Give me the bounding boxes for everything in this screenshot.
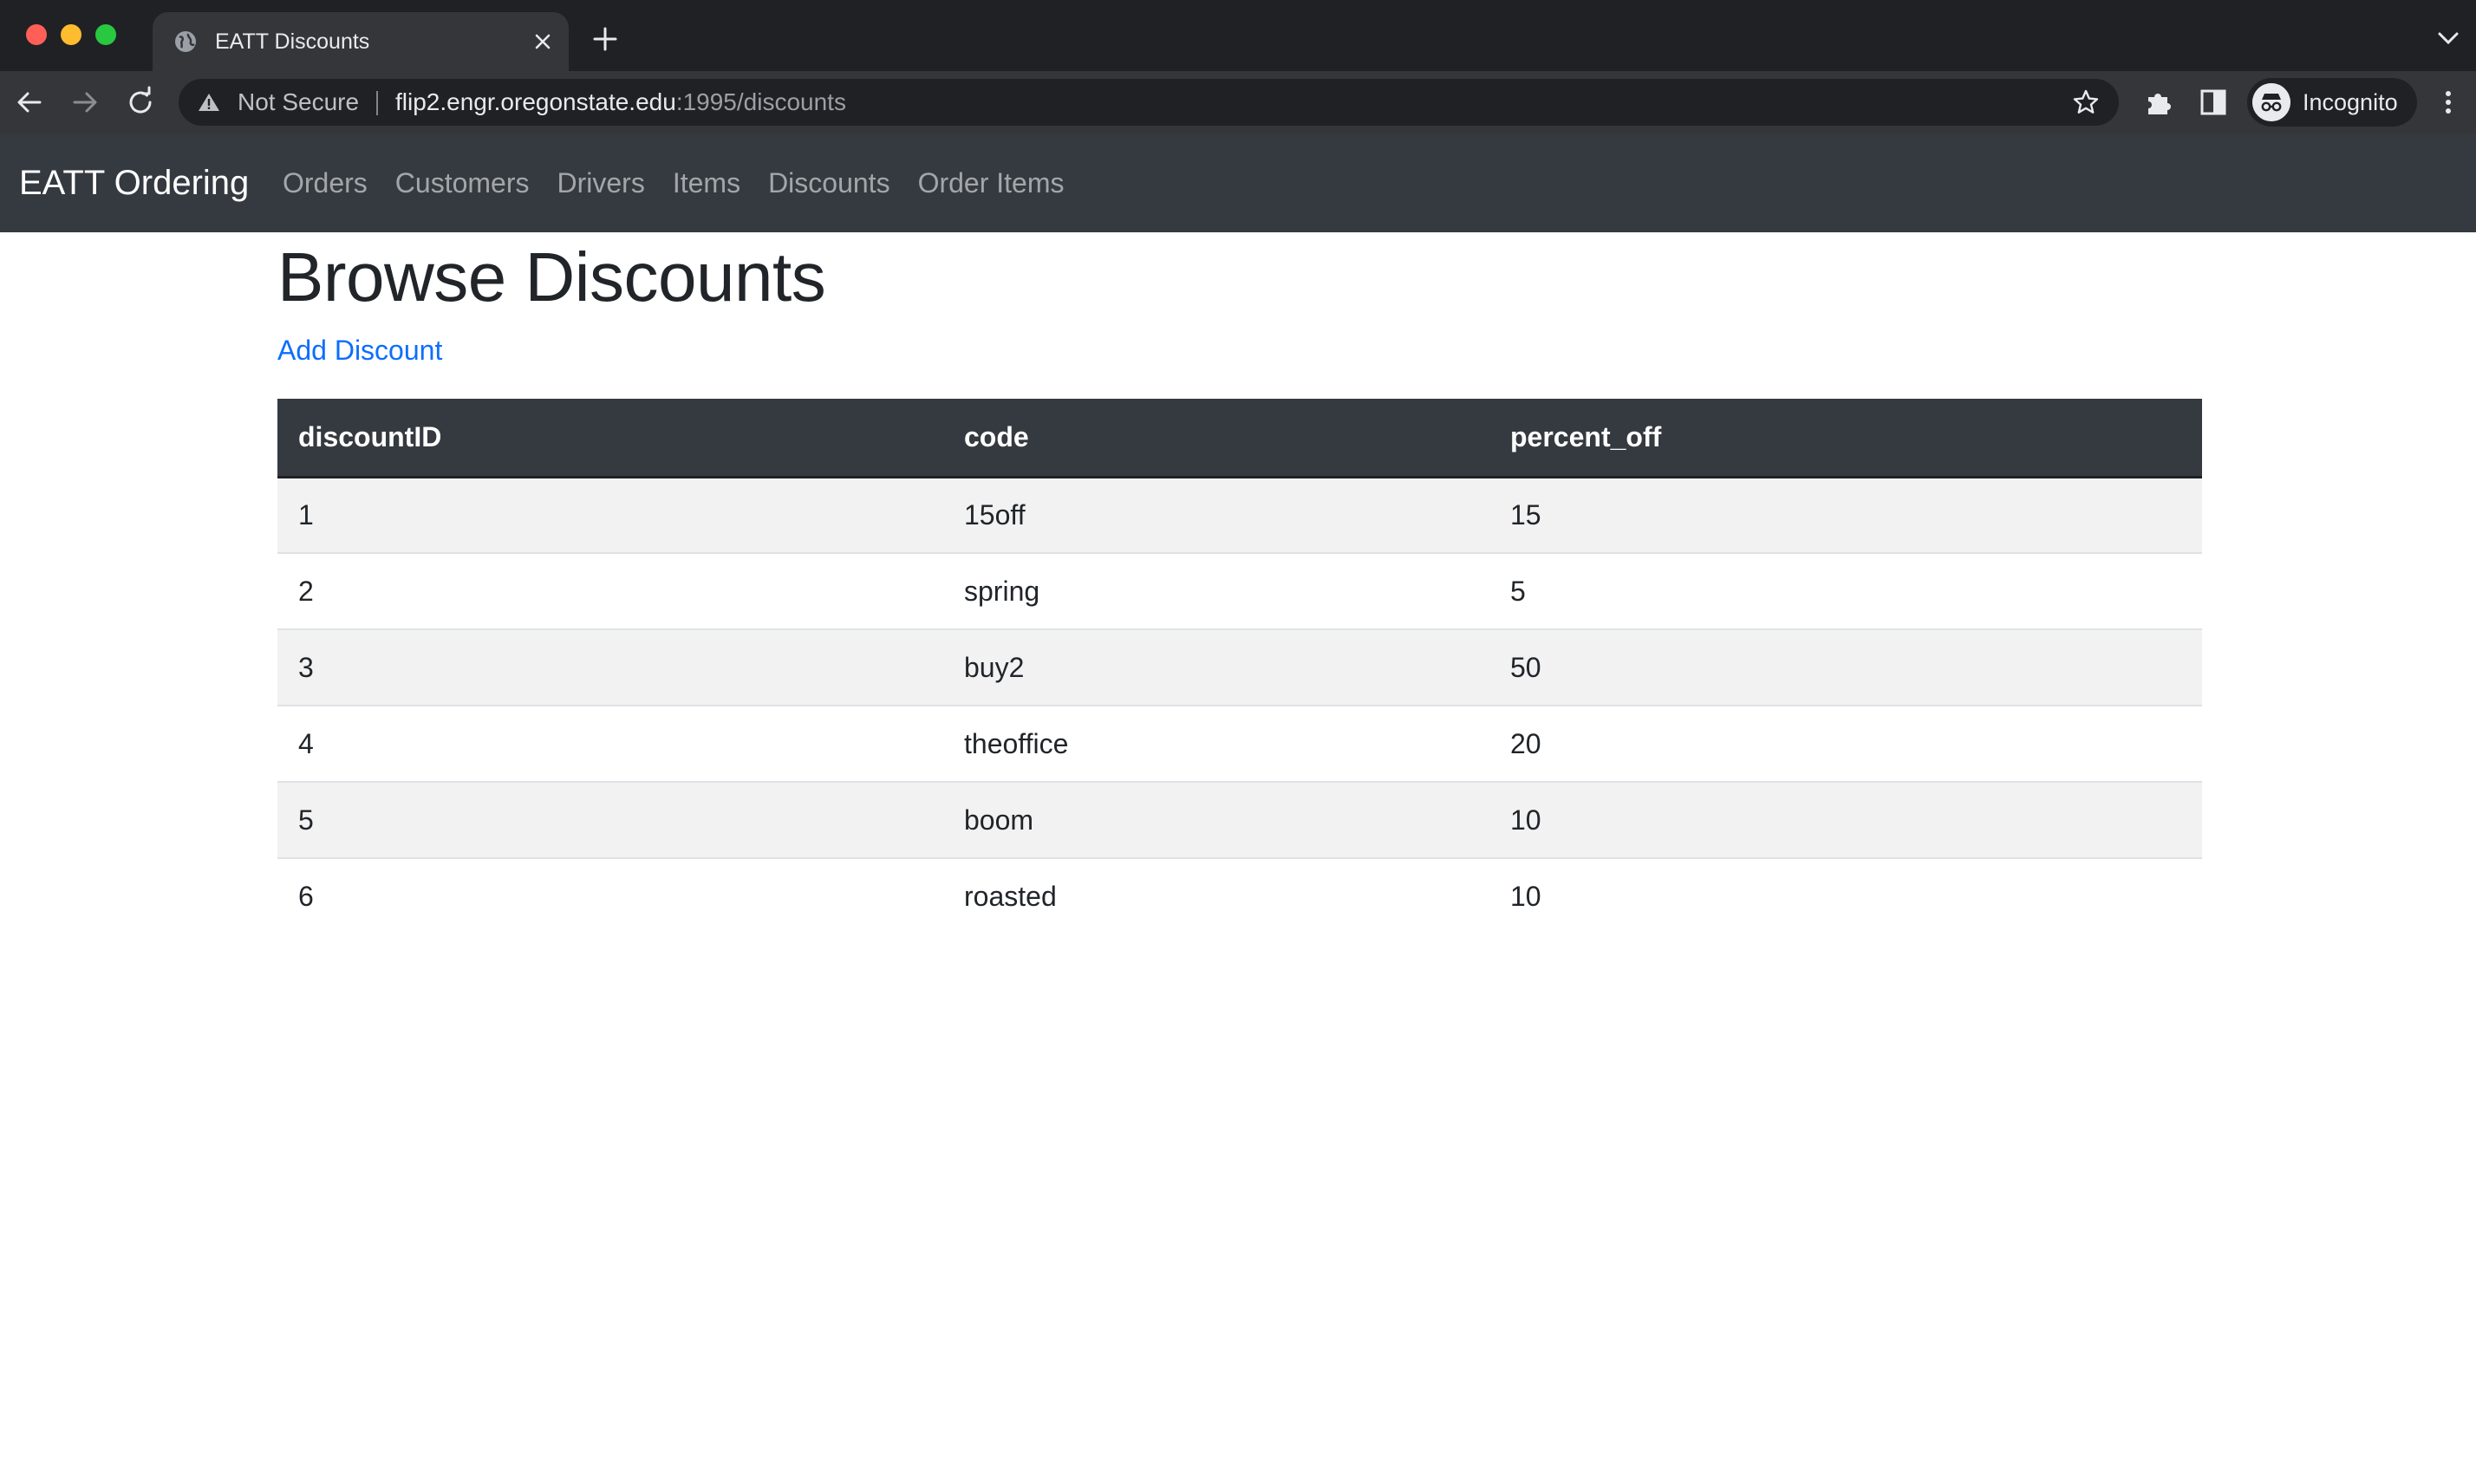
side-panel-icon[interactable] xyxy=(2199,87,2228,118)
nav-link-orders[interactable]: Orders xyxy=(283,167,368,199)
tab-title: EATT Discounts xyxy=(215,29,370,54)
incognito-profile-button[interactable]: Incognito xyxy=(2247,78,2417,127)
nav-link-drivers[interactable]: Drivers xyxy=(557,167,645,199)
table-row: 1 15off 15 xyxy=(277,477,2202,553)
table-row: 4 theoffice 20 xyxy=(277,705,2202,782)
cell-percent-off: 20 xyxy=(1489,705,2202,782)
cell-discount-id: 6 xyxy=(277,857,943,934)
discounts-table: discountID code percent_off 1 15off 15 2… xyxy=(277,399,2202,934)
cell-code: buy2 xyxy=(943,628,1489,706)
back-arrow-icon[interactable] xyxy=(12,85,47,120)
not-secure-label[interactable]: Not Secure xyxy=(238,79,359,126)
main-content: Browse Discounts Add Discount discountID… xyxy=(277,232,2202,934)
forward-arrow-icon[interactable] xyxy=(68,85,102,120)
bookmark-star-icon[interactable] xyxy=(2072,88,2100,116)
navbar-brand[interactable]: EATT Ordering xyxy=(19,133,249,232)
cell-discount-id: 1 xyxy=(277,477,943,553)
more-menu-icon[interactable] xyxy=(2438,87,2459,118)
cell-discount-id: 4 xyxy=(277,705,943,782)
cell-discount-id: 3 xyxy=(277,628,943,706)
minimize-window-button[interactable] xyxy=(61,24,81,45)
site-navbar: EATT Ordering Orders Customers Drivers I… xyxy=(0,133,2476,232)
table-header-row: discountID code percent_off xyxy=(277,399,2202,478)
table-row: 6 roasted 10 xyxy=(277,857,2202,934)
cell-code: boom xyxy=(943,781,1489,858)
url-path: :1995/discounts xyxy=(675,88,846,115)
table-row: 5 boom 10 xyxy=(277,781,2202,858)
cell-code: theoffice xyxy=(943,705,1489,782)
table-row: 2 spring 5 xyxy=(277,552,2202,629)
navbar-links: Orders Customers Drivers Items Discounts… xyxy=(283,133,1091,232)
address-separator xyxy=(376,91,378,115)
add-discount-link[interactable]: Add Discount xyxy=(277,335,442,367)
url-host: flip2.engr.oregonstate.edu xyxy=(395,88,676,115)
nav-link-discounts[interactable]: Discounts xyxy=(768,167,890,199)
globe-icon xyxy=(175,31,196,52)
browser-tab-active[interactable]: EATT Discounts xyxy=(153,12,569,71)
cell-code: spring xyxy=(943,552,1489,629)
nav-link-items[interactable]: Items xyxy=(673,167,740,199)
close-tab-icon[interactable] xyxy=(529,28,557,55)
maximize-window-button[interactable] xyxy=(95,24,116,45)
cell-percent-off: 15 xyxy=(1489,477,2202,553)
warning-icon[interactable] xyxy=(198,92,220,113)
column-header-percent-off: percent_off xyxy=(1489,399,2202,478)
page-title: Browse Discounts xyxy=(277,238,826,316)
column-header-code: code xyxy=(943,399,1489,478)
column-header-discount-id: discountID xyxy=(277,399,943,478)
cell-discount-id: 5 xyxy=(277,781,943,858)
cell-code: 15off xyxy=(943,477,1489,553)
extensions-puzzle-icon[interactable] xyxy=(2143,87,2174,118)
browser-toolbar: Not Secure flip2.engr.oregonstate.edu:19… xyxy=(0,71,2476,133)
incognito-icon xyxy=(2252,83,2290,121)
chevron-down-icon[interactable] xyxy=(2436,29,2460,47)
nav-link-order-items[interactable]: Order Items xyxy=(918,167,1065,199)
cell-percent-off: 50 xyxy=(1489,628,2202,706)
address-bar[interactable]: Not Secure flip2.engr.oregonstate.edu:19… xyxy=(179,79,2119,126)
cell-percent-off: 10 xyxy=(1489,857,2202,934)
reload-icon[interactable] xyxy=(123,85,158,120)
table-row: 3 buy2 50 xyxy=(277,628,2202,706)
browser-tab-strip: EATT Discounts xyxy=(0,0,2476,71)
cell-discount-id: 2 xyxy=(277,552,943,629)
cell-percent-off: 10 xyxy=(1489,781,2202,858)
new-tab-icon[interactable] xyxy=(591,25,619,53)
close-window-button[interactable] xyxy=(26,24,47,45)
cell-code: roasted xyxy=(943,857,1489,934)
nav-link-customers[interactable]: Customers xyxy=(395,167,530,199)
incognito-label: Incognito xyxy=(2303,89,2398,115)
url-text[interactable]: flip2.engr.oregonstate.edu:1995/discount… xyxy=(395,79,846,126)
cell-percent-off: 5 xyxy=(1489,552,2202,629)
